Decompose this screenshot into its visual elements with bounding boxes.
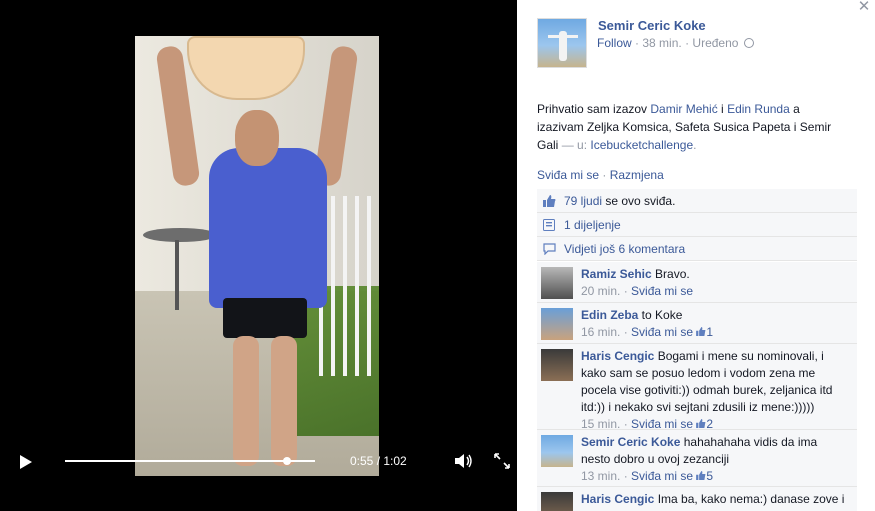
- comment-time[interactable]: 15 min.: [581, 417, 620, 431]
- commenter-avatar[interactable]: [541, 435, 573, 467]
- share-action[interactable]: Razmjena: [610, 168, 664, 182]
- video-player[interactable]: 0:55 / 1:02: [0, 0, 517, 511]
- share-icon: [543, 219, 555, 231]
- video-frame[interactable]: [135, 36, 379, 476]
- tag-damir-mehic[interactable]: Damir Mehić: [650, 102, 717, 116]
- video-person-shirt: [209, 148, 327, 308]
- post-time[interactable]: 38 min.: [642, 36, 681, 50]
- comment-meta: 20 min. · Sviđa mi se: [581, 284, 694, 298]
- commenter-name[interactable]: Ramiz Sehic: [581, 267, 652, 281]
- comment-like-link[interactable]: Sviđa mi se: [631, 417, 693, 431]
- globe-icon[interactable]: [743, 38, 754, 48]
- thumbs-up-icon: [696, 471, 706, 480]
- commenter-avatar[interactable]: [541, 492, 573, 511]
- view-more-comments-link[interactable]: Vidjeti još 6 komentara: [564, 242, 685, 256]
- video-scrubber-handle[interactable]: [282, 457, 291, 465]
- view-more-comments[interactable]: Vidjeti još 6 komentara: [537, 237, 857, 261]
- volume-icon[interactable]: [455, 454, 473, 468]
- like-action[interactable]: Sviđa mi se: [537, 168, 599, 182]
- at-icebucketchallenge[interactable]: Icebucketchallenge: [590, 138, 693, 152]
- shares-link[interactable]: 1 dijeljenje: [564, 218, 621, 232]
- meta-separator: ·: [635, 36, 640, 50]
- comment-body: Edin Zeba to Koke 16 min. · Sviđa mi se …: [581, 307, 849, 341]
- author-avatar[interactable]: [537, 18, 587, 68]
- meta-separator: ·: [685, 36, 690, 50]
- comment: Haris Cengic Bogami i mene su nominovali…: [537, 344, 857, 433]
- likes-summary: 79 ljudi se ovo sviđa.: [537, 189, 857, 213]
- commenter-name[interactable]: Haris Cengic: [581, 492, 654, 506]
- author-name[interactable]: Semir Ceric Koke: [598, 18, 706, 33]
- comment-meta: 13 min. · Sviđa mi se 5: [581, 469, 714, 483]
- commenter-avatar[interactable]: [541, 308, 573, 340]
- video-controls: 0:55 / 1:02: [0, 446, 517, 476]
- thumbs-up-icon: [696, 419, 706, 428]
- commenter-avatar[interactable]: [541, 267, 573, 299]
- comment-like-link[interactable]: Sviđa mi se: [631, 325, 693, 339]
- video-background-fence: [319, 196, 379, 376]
- video-person-head: [235, 110, 279, 166]
- post-meta: Follow · 38 min. · Uređeno: [597, 36, 754, 50]
- video-person-shorts: [223, 298, 307, 338]
- comment-icon: [543, 243, 556, 255]
- comment-body: Ramiz Sehic Bravo. 20 min. · Sviđa mi se: [581, 266, 849, 300]
- thumbs-up-icon: [696, 327, 706, 336]
- tag-edin-runda[interactable]: Edin Runda: [727, 102, 790, 116]
- commenter-avatar[interactable]: [541, 349, 573, 381]
- comment: Ramiz Sehic Bravo. 20 min. · Sviđa mi se: [537, 262, 857, 303]
- post-text: Prihvatio sam izazov Damir Mehić i Edin …: [537, 102, 832, 152]
- comment-text: Bravo.: [651, 267, 690, 281]
- commenter-name[interactable]: Semir Ceric Koke: [581, 435, 680, 449]
- comment-body: Haris Cengic Ima ba, kako nema:) danase …: [581, 491, 849, 511]
- fullscreen-icon[interactable]: [494, 453, 510, 469]
- video-time: 0:55 / 1:02: [350, 454, 407, 468]
- comment-text: to Koke: [638, 308, 683, 322]
- shares-summary: 1 dijeljenje: [537, 213, 857, 237]
- video-table: [143, 228, 217, 242]
- comment-like-link[interactable]: Sviđa mi se: [631, 469, 693, 483]
- close-icon[interactable]: ✕: [856, 0, 872, 16]
- comment-likes-count[interactable]: 2: [696, 417, 713, 431]
- play-icon[interactable]: [20, 455, 32, 469]
- comment-time[interactable]: 13 min.: [581, 469, 620, 483]
- comment-time[interactable]: 16 min.: [581, 325, 620, 339]
- comment: Edin Zeba to Koke 16 min. · Sviđa mi se …: [537, 303, 857, 344]
- video-scrubber[interactable]: [65, 457, 315, 465]
- thumbs-up-icon: [543, 195, 556, 207]
- commenter-name[interactable]: Haris Cengic: [581, 349, 654, 363]
- comment-meta: 16 min. · Sviđa mi se 1: [581, 325, 714, 339]
- follow-link[interactable]: Follow: [597, 36, 632, 50]
- comment-body: Haris Cengic Bogami i mene su nominovali…: [581, 348, 849, 433]
- video-table-leg: [175, 240, 179, 310]
- likes-link[interactable]: 79 ljudi: [564, 194, 602, 208]
- commenter-name[interactable]: Edin Zeba: [581, 308, 638, 322]
- comment-like-link[interactable]: Sviđa mi se: [631, 284, 693, 298]
- comment: Semir Ceric Koke hahahahaha vidis da ima…: [537, 430, 857, 487]
- post-panel: ✕ Semir Ceric Koke Follow · 38 min. · Ur…: [517, 0, 875, 511]
- post-edited[interactable]: Uređeno: [692, 36, 738, 50]
- post-actions: Sviđa mi se · Razmjena: [537, 168, 664, 182]
- comment-time[interactable]: 20 min.: [581, 284, 620, 298]
- comment-body: Semir Ceric Koke hahahahaha vidis da ima…: [581, 434, 849, 485]
- comment-likes-count[interactable]: 1: [696, 325, 713, 339]
- comment-likes-count[interactable]: 5: [696, 469, 713, 483]
- video-progress-fill: [65, 460, 287, 462]
- comment: Haris Cengic Ima ba, kako nema:) danase …: [537, 487, 857, 511]
